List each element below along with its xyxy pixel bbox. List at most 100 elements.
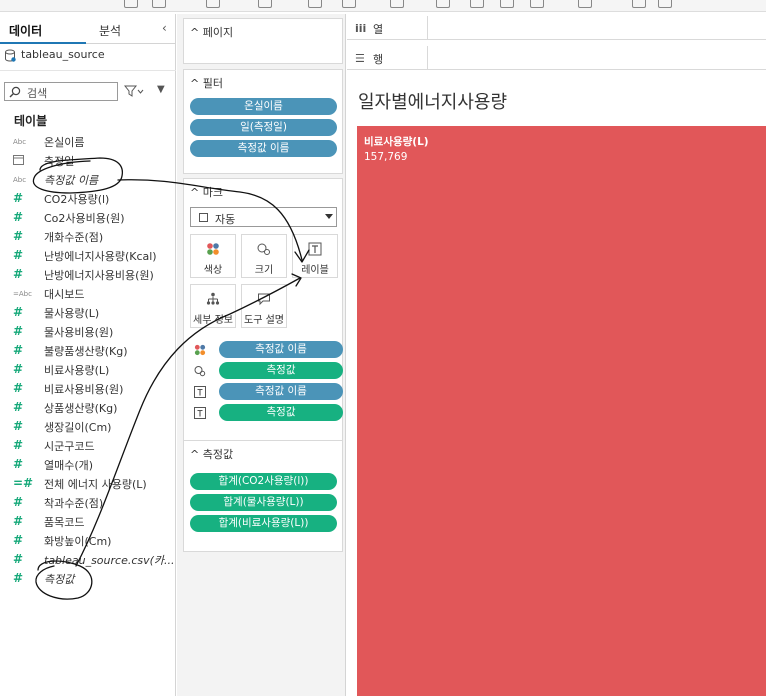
field-item[interactable]: # 품목코드 [0,512,176,531]
toolbar-fix-axes-icon[interactable] [530,0,544,8]
field-item[interactable]: # 물사용량(L) [0,303,176,322]
calendar-icon [13,154,35,166]
size-button-label: 크기 [254,265,274,276]
encoding-row[interactable]: 측정값 이름 [190,383,343,401]
field-item[interactable]: # 착과수준(점) [0,493,176,512]
field-item[interactable]: # 열매수(개) [0,455,176,474]
field-item[interactable]: # 난방에너지사용비용(원) [0,265,176,284]
toolbar-new-datasource-icon[interactable] [124,0,138,8]
toolbar-duplicate-icon[interactable] [206,0,220,8]
tooltip-speech-icon [258,293,270,306]
field-item[interactable]: # 화방높이(Cm) [0,531,176,550]
collapse-pane-icon[interactable]: ‹ [162,21,167,35]
color-button[interactable]: 색상 [190,234,236,278]
toolbar-highlight-icon[interactable] [436,0,450,8]
filters-card[interactable]: ^ 필터 온실이름 일(측정일) 측정값 이름 [183,69,343,174]
number-type-icon: # [13,533,24,547]
measure-values-card[interactable]: ^ 측정값 합계(CO2사용량(l)) 합계(물사용량(L)) 합계(비료사용량… [183,440,343,552]
toolbar-clear-icon[interactable] [258,0,272,8]
measure-value-pill[interactable]: 합계(물사용량(L)) [190,494,337,511]
columns-shelf[interactable]: iii 열 [347,16,766,40]
field-label: 비료사용량(L) [44,364,110,377]
field-item[interactable]: # 비료사용비용(원) [0,379,176,398]
toolbar-label-icon[interactable] [500,0,514,8]
toolbar-fit-icon[interactable] [578,0,592,8]
detail-button[interactable]: 세부 정보 [190,284,236,328]
encoding-pill[interactable]: 측정값 이름 [219,383,343,400]
field-item[interactable]: # 비료사용량(L) [0,360,176,379]
encoding-pill[interactable]: 측정값 [219,404,343,421]
field-item[interactable]: =# 전체 에너지 사용량(L) [0,474,176,493]
filter-pill[interactable]: 일(측정일) [190,119,337,136]
toolbar-group-icon[interactable] [470,0,484,8]
field-item[interactable]: # 상품생산량(Kg) [0,398,176,417]
viz-title: 일자별에너지사용량 [358,92,508,113]
filter-fields-button[interactable] [123,84,146,100]
string-type-icon: Abc [13,138,27,146]
search-input[interactable]: 검색 [4,82,118,101]
size-icon [194,366,206,377]
field-label: 비료사용비용(원) [44,383,124,396]
number-type-icon: # [13,229,24,243]
mark-type-dropdown[interactable]: 자동 [190,207,337,227]
toolbar-swap-icon[interactable] [308,0,322,8]
field-item[interactable]: Abc 온실이름 [0,132,176,151]
label-button[interactable]: 레이블 [292,234,338,278]
collapse-icon[interactable]: ^ [190,26,199,39]
datasource-row[interactable]: tableau_source [4,48,174,64]
mark-type-value: 자동 [215,213,236,226]
number-type-icon: # [13,343,24,357]
field-item[interactable]: # 시군구코드 [0,436,176,455]
encoding-row[interactable]: 측정값 [190,362,343,380]
field-label: CO2사용량(l) [44,193,110,206]
field-item[interactable]: 측정일 [0,151,176,170]
treemap-cell[interactable]: 비료사용량(L) 157,769 [357,126,766,696]
encoding-pill[interactable]: 측정값 이름 [219,341,343,358]
field-item[interactable]: # 생장길이(Cm) [0,417,176,436]
toolbar-show-me-icon[interactable] [658,0,672,8]
field-item[interactable]: =Abc 대시보드 [0,284,176,303]
field-item[interactable]: # 측정값 [0,569,176,588]
field-label: 물사용량(L) [44,307,100,320]
toolbar-sort-icon[interactable] [342,0,356,8]
pane-menu-icon[interactable]: ▼ [157,84,165,95]
filter-icon [123,85,144,97]
field-item[interactable]: # Co2사용비용(원) [0,208,176,227]
collapse-icon[interactable]: ^ [190,186,199,199]
toolbar-present-icon[interactable] [632,0,646,8]
collapse-icon[interactable]: ^ [190,448,199,461]
measure-value-pill[interactable]: 합계(비료사용량(L)) [190,515,337,532]
text-label-icon [194,407,206,419]
toolbar-sum-icon[interactable] [390,0,404,8]
field-item[interactable]: # CO2사용량(l) [0,189,176,208]
divider [0,70,176,71]
filter-pill[interactable]: 온실이름 [190,98,337,115]
field-label: tableau_source.csv(카... [44,554,175,567]
field-item[interactable]: # 난방에너지사용량(Kcal) [0,246,176,265]
field-item[interactable]: # tableau_source.csv(카... [0,550,176,569]
field-item[interactable]: # 물사용비용(원) [0,322,176,341]
encoding-row[interactable]: 측정값 이름 [190,341,343,359]
rows-shelf[interactable]: ☰ 행 [347,46,766,70]
measure-value-pill[interactable]: 합계(CO2사용량(l)) [190,473,337,490]
size-button[interactable]: 크기 [241,234,287,278]
toolbar [0,0,766,12]
encoding-pill[interactable]: 측정값 [219,362,343,379]
field-item[interactable]: Abc 측정값 이름 [0,170,176,189]
field-item[interactable]: # 개화수준(점) [0,227,176,246]
encoding-row[interactable]: 측정값 [190,404,343,422]
pages-card[interactable]: ^ 페이지 [183,18,343,64]
view-area: iii 열 ☰ 행 일자별에너지사용량 비료사용량(L) 157,769 [347,14,766,696]
field-label: Co2사용비용(원) [44,212,125,225]
tab-analysis[interactable]: 분석 [99,22,121,39]
toolbar-new-sheet-icon[interactable] [152,0,166,8]
number-type-icon: # [13,571,24,585]
tab-data[interactable]: 데이터 [9,22,42,39]
datasource-icon [5,49,16,62]
field-item[interactable]: # 불량품생산량(Kg) [0,341,176,360]
filter-pill[interactable]: 측정값 이름 [190,140,337,157]
collapse-icon[interactable]: ^ [190,77,199,90]
marks-title: ^ 마크 [190,186,223,199]
tooltip-button[interactable]: 도구 설명 [241,284,287,328]
marks-card[interactable]: ^ 마크 자동 색상 크기 레이블 세부 정보 도구 설명 측정값 이름 측정값… [183,178,343,441]
